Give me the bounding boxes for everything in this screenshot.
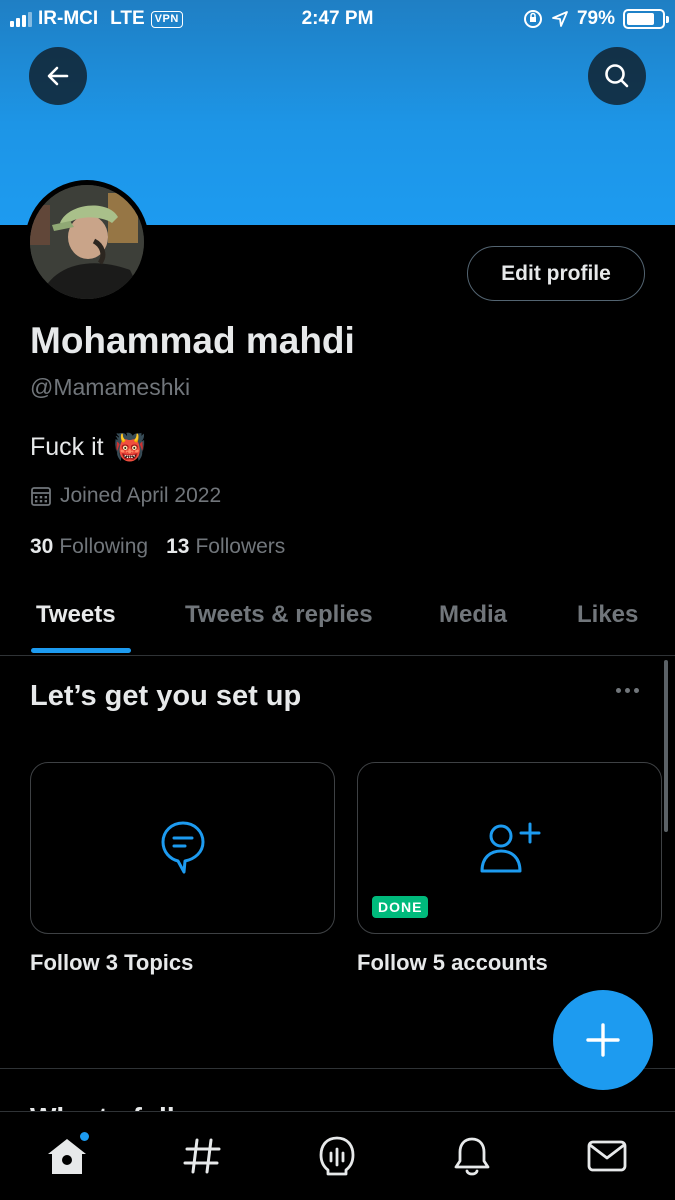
compose-tweet-button[interactable] — [553, 990, 653, 1090]
joined-text: Joined April 2022 — [60, 484, 222, 507]
followers-count: 13 — [166, 535, 190, 558]
profile-bio: Fuck it 👹 — [30, 432, 146, 463]
joined-date: Joined April 2022 — [30, 484, 221, 508]
arrow-left-icon — [47, 66, 69, 86]
following-link[interactable]: 30 Following — [30, 535, 148, 559]
profile-handle: @Mamameshki — [30, 374, 191, 400]
following-count: 30 — [30, 535, 54, 558]
nav-spaces[interactable] — [315, 1134, 359, 1178]
follow-accounts-label: Follow 5 accounts — [357, 950, 548, 975]
ogre-emoji: 👹 — [113, 432, 146, 462]
follow-topics-card[interactable] — [30, 762, 335, 934]
battery-icon — [623, 9, 669, 29]
more-options-icon[interactable] — [616, 688, 639, 693]
messages-icon — [587, 1140, 627, 1172]
nav-home[interactable] — [45, 1132, 89, 1178]
search-button[interactable] — [588, 47, 646, 105]
back-button[interactable] — [29, 47, 87, 105]
plus-icon — [586, 1023, 620, 1057]
followers-link[interactable]: 13 Followers — [166, 535, 285, 559]
status-bar: IR-MCI LTE VPN 2:47 PM 79% — [0, 0, 675, 38]
edit-profile-button[interactable]: Edit profile — [467, 246, 645, 301]
search-icon — [605, 64, 629, 88]
home-notification-dot — [80, 1132, 89, 1141]
calendar-icon — [31, 487, 51, 506]
explore-hashtag-icon — [183, 1138, 221, 1174]
bottom-nav — [0, 1111, 675, 1200]
active-tab-indicator — [31, 648, 131, 653]
tab-tweets-replies[interactable]: Tweets & replies — [185, 601, 373, 629]
tab-likes[interactable]: Likes — [577, 601, 638, 629]
profile-name: Mohammad mahdi — [30, 320, 355, 361]
followers-label: Followers — [195, 535, 286, 558]
avatar[interactable] — [25, 180, 149, 304]
notifications-icon — [454, 1137, 490, 1176]
tab-tweets[interactable]: Tweets — [36, 601, 116, 629]
follow-counts: 30 Following 13 Followers — [30, 535, 285, 559]
avatar-photo — [30, 185, 144, 299]
follow-topics-label: Follow 3 Topics — [30, 950, 194, 975]
orientation-lock-icon — [523, 10, 542, 28]
spaces-icon — [319, 1136, 355, 1176]
following-label: Following — [59, 535, 149, 558]
topic-bubble-icon — [161, 821, 204, 874]
add-user-icon — [480, 822, 540, 873]
nav-messages[interactable] — [585, 1134, 629, 1178]
scrollbar[interactable] — [664, 660, 668, 832]
bio-text: Fuck it — [30, 433, 104, 461]
nav-notifications[interactable] — [450, 1134, 494, 1178]
setup-title: Let’s get you set up — [30, 680, 302, 712]
location-arrow-icon — [552, 11, 568, 27]
home-icon — [48, 1139, 86, 1174]
battery-percent: 79% — [576, 8, 615, 29]
done-badge: DONE — [372, 896, 429, 918]
profile-tabs: Tweets Tweets & replies Media Likes — [0, 585, 675, 656]
tab-media[interactable]: Media — [439, 601, 507, 629]
nav-explore[interactable] — [180, 1134, 224, 1178]
follow-accounts-card[interactable]: DONE — [357, 762, 662, 934]
